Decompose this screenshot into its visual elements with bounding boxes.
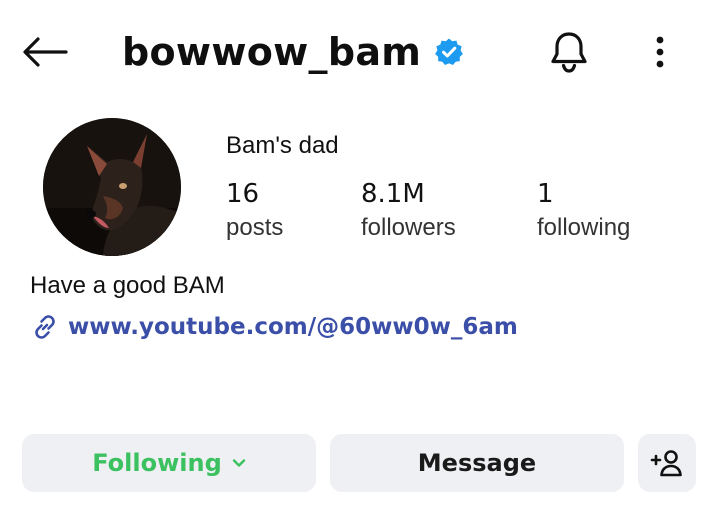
- username-row: bowwow_bam: [122, 26, 465, 78]
- bell-icon: [551, 32, 587, 73]
- message-button[interactable]: Message: [330, 434, 624, 492]
- followers-count: 8.1M: [361, 179, 425, 209]
- posts-stat[interactable]: 16 posts: [226, 178, 283, 242]
- following-count: 1: [537, 179, 554, 209]
- display-name: Bam's dad: [226, 132, 339, 159]
- add-user-button[interactable]: [638, 434, 696, 492]
- posts-label: posts: [226, 214, 284, 241]
- back-button[interactable]: [20, 30, 70, 74]
- username: bowwow_bam: [122, 30, 422, 74]
- add-user-icon: [650, 450, 682, 477]
- bio-text: Have a good BAM: [30, 272, 225, 299]
- posts-count: 16: [226, 179, 260, 209]
- profile-link[interactable]: www.youtube.com/@60ww0w_6am: [30, 310, 518, 344]
- followers-label: followers: [361, 214, 456, 241]
- notifications-button[interactable]: [545, 28, 593, 76]
- avatar[interactable]: [43, 118, 181, 256]
- following-label: following: [537, 214, 631, 241]
- link-url[interactable]: www.youtube.com/@60ww0w_6am: [68, 314, 518, 340]
- following-button-label: Following: [92, 449, 222, 477]
- arrow-left-icon: [23, 37, 68, 67]
- following-button[interactable]: Following: [22, 434, 316, 492]
- following-stat[interactable]: 1 following: [537, 178, 630, 242]
- verified-badge-icon: [433, 36, 465, 68]
- link-icon: [30, 312, 60, 342]
- more-vertical-icon: [656, 36, 664, 68]
- chevron-down-icon: [232, 456, 246, 470]
- followers-stat[interactable]: 8.1M followers: [361, 178, 456, 242]
- profile-header: bowwow_bam: [0, 0, 720, 100]
- more-options-button[interactable]: [640, 30, 680, 74]
- message-button-label: Message: [417, 449, 537, 477]
